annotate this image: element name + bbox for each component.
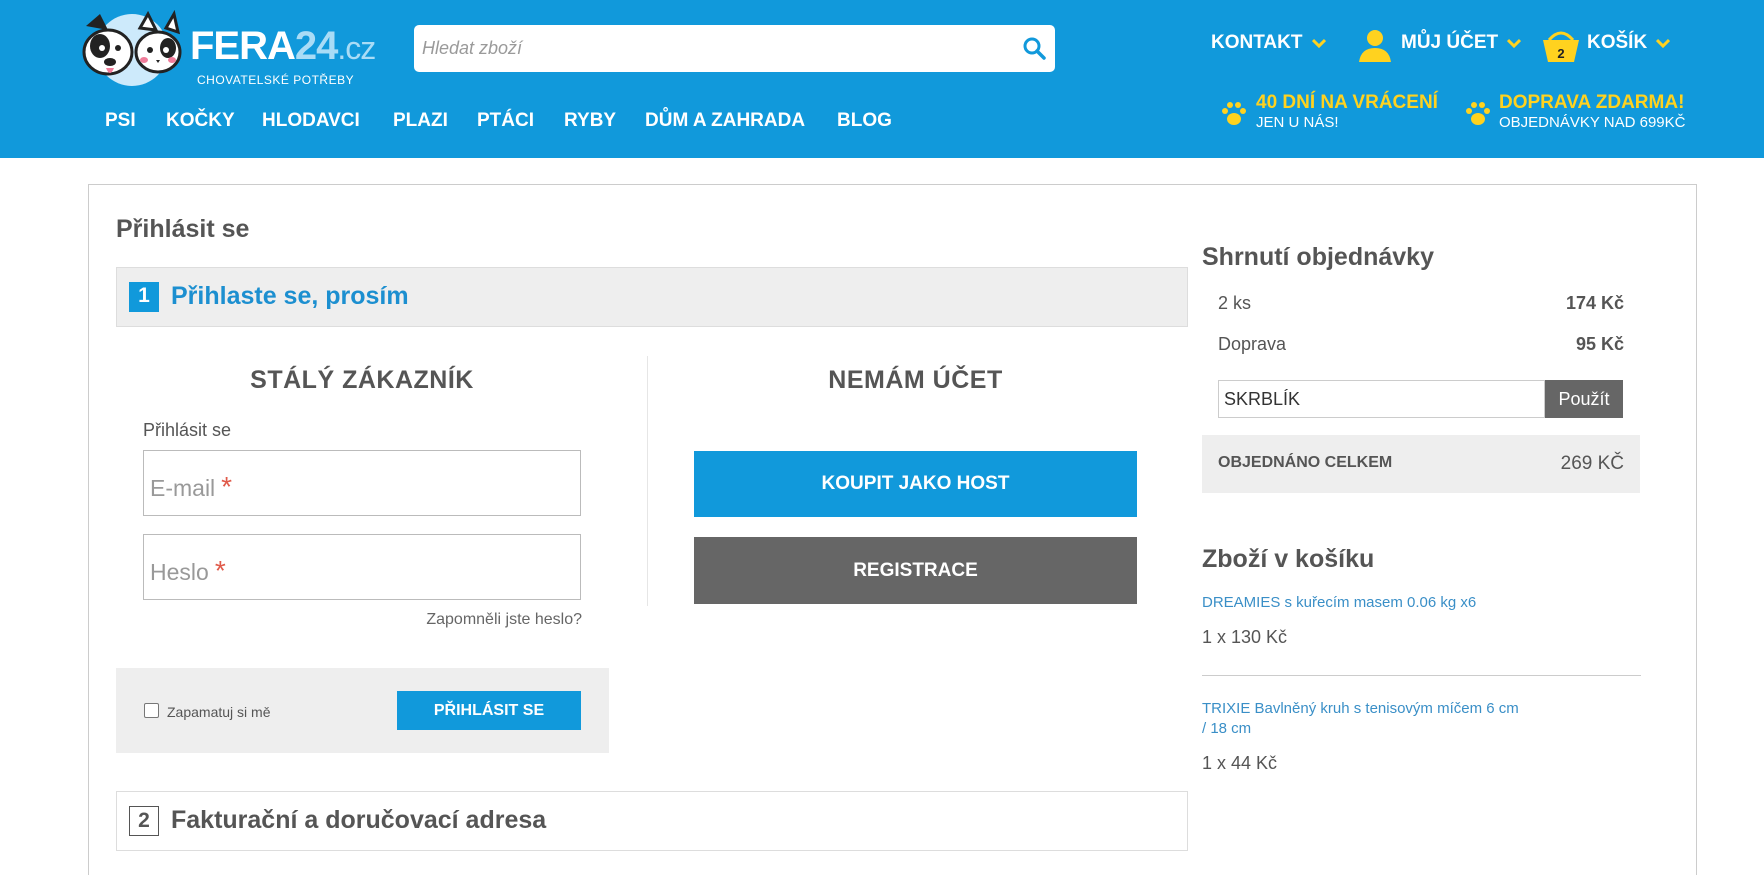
returning-customer-title: STÁLÝ ZÁKAZNÍK [250,366,474,394]
login-label: Přihlásit se [143,420,232,440]
cart-count-badge: 2 [1557,46,1564,61]
order-total-row: OBJEDNÁNO CELKEM 269 KČ [1202,435,1640,493]
paw-icon [1466,102,1490,125]
promo-shipping: DOPRAVA ZDARMA! OBJEDNÁVKY NAD 699KČ [1499,92,1685,131]
password-field[interactable]: Heslo * [143,534,581,600]
cart-item-2-name[interactable]: TRIXIE Bavlněný kruh s tenisovým míčem 6… [1202,699,1519,739]
cart-menu[interactable]: KOŠÍK [1587,32,1671,54]
cart-item-2-name-line1: TRIXIE Bavlněný kruh s tenisovým míčem 6… [1202,700,1519,717]
step-1-header[interactable]: 1 Přihlaste se, prosím [116,267,1188,327]
nav-item-psi[interactable]: PSI [105,110,136,132]
step-2-header[interactable]: 2 Fakturační a doručovací adresa [116,791,1188,851]
chevron-down-icon [1656,38,1671,48]
logo-wordmark: FERA24.cz [190,24,376,68]
login-submit-button[interactable]: PŘIHLÁSIT SE [397,691,581,730]
site-logo[interactable]: FERA24.cz CHOVATELSKÉ POTŘEBY [78,8,388,88]
chevron-down-icon [1507,38,1522,48]
contact-label: KONTAKT [1211,32,1303,53]
nav-item-kocky[interactable]: KOČKY [166,110,235,132]
remember-me-label[interactable]: Zapamatuj si mě [167,704,270,720]
promo-returns: 40 DNÍ NA VRÁCENÍ JEN U NÁS! [1256,92,1438,131]
email-placeholder: E-mail [150,475,216,501]
items-subtotal: 174 Kč [1565,293,1624,313]
no-account-title: NEMÁM ÚČET [828,366,1003,394]
required-mark: * [221,471,233,502]
paw-icon [1222,102,1246,125]
nav-item-plazi[interactable]: PLAZI [393,110,448,132]
nav-item-ryby[interactable]: RYBY [564,110,616,132]
register-button[interactable]: REGISTRACE [694,537,1137,604]
cart-basket-icon[interactable]: 2 [1541,26,1581,66]
column-divider [647,356,648,606]
coupon-input[interactable]: SKRBLÍK [1218,380,1545,418]
step-1-title: Přihlaste se, prosím [171,282,409,310]
email-field[interactable]: E-mail * [143,450,581,516]
guest-checkout-button[interactable]: KOUPIT JAKO HOST [694,451,1137,517]
promo-shipping-title: DOPRAVA ZDARMA! [1499,92,1685,113]
logo-tagline: CHOVATELSKÉ POTŘEBY [197,73,355,87]
site-header: FERA24.cz CHOVATELSKÉ POTŘEBY KONTAKT MŮ… [0,0,1764,158]
remember-me-checkbox[interactable] [144,703,159,718]
cart-item-divider [1202,675,1641,676]
search-bar [414,25,1055,72]
step-1-number: 1 [129,282,159,312]
cart-item-2-qty: 1 x 44 Kč [1202,753,1278,773]
search-input[interactable] [422,25,1002,72]
account-label: MŮJ ÚČET [1401,32,1499,53]
cart-item-1-qty: 1 x 130 Kč [1202,627,1288,647]
step-2-number: 2 [129,806,159,836]
order-total-value: 269 KČ [1560,453,1624,474]
forgot-password-link[interactable]: Zapomněli jste heslo? [400,611,582,629]
coupon-value: SKRBLÍK [1224,389,1301,409]
promo-returns-title: 40 DNÍ NA VRÁCENÍ [1256,92,1438,113]
nav-item-blog[interactable]: BLOG [837,110,892,132]
promo-returns-sub: JEN U NÁS! [1256,114,1339,131]
shipping-label: Doprava [1218,334,1287,354]
nav-item-hlodavci[interactable]: HLODAVCI [262,110,360,132]
apply-coupon-button[interactable]: Použít [1545,380,1623,418]
cart-item-2-name-line2: / 18 cm [1202,720,1252,737]
cart-items-title: Zboží v košíku [1202,545,1375,573]
login-actions-panel: Zapamatuj si mě PŘIHLÁSIT SE [116,668,609,753]
order-total-label: OBJEDNÁNO CELKEM [1218,454,1393,471]
nav-item-dum-a-zahrada[interactable]: DŮM A ZAHRADA [645,110,805,132]
items-count-label: 2 ks [1218,293,1252,313]
order-summary-title: Shrnutí objednávky [1202,243,1434,271]
contact-menu[interactable]: KONTAKT [1211,32,1326,54]
page-title: Přihlásit se [116,215,250,243]
account-menu[interactable]: MŮJ ÚČET [1401,32,1522,54]
chevron-down-icon [1311,38,1326,48]
cart-item-1-name[interactable]: DREAMIES s kuřecím masem 0.06 kg x6 [1202,593,1476,613]
password-placeholder: Heslo [150,559,209,585]
required-mark: * [214,555,226,586]
dog-cat-logo-icon [82,9,182,86]
step-2-title: Fakturační a doručovací adresa [171,806,547,834]
shipping-cost: 95 Kč [1575,334,1624,354]
nav-item-ptaci[interactable]: PTÁCI [477,110,534,132]
search-icon[interactable] [1021,35,1047,61]
cart-label: KOŠÍK [1587,32,1648,53]
user-icon[interactable] [1357,28,1393,64]
promo-shipping-sub: OBJEDNÁVKY NAD 699KČ [1499,114,1686,131]
